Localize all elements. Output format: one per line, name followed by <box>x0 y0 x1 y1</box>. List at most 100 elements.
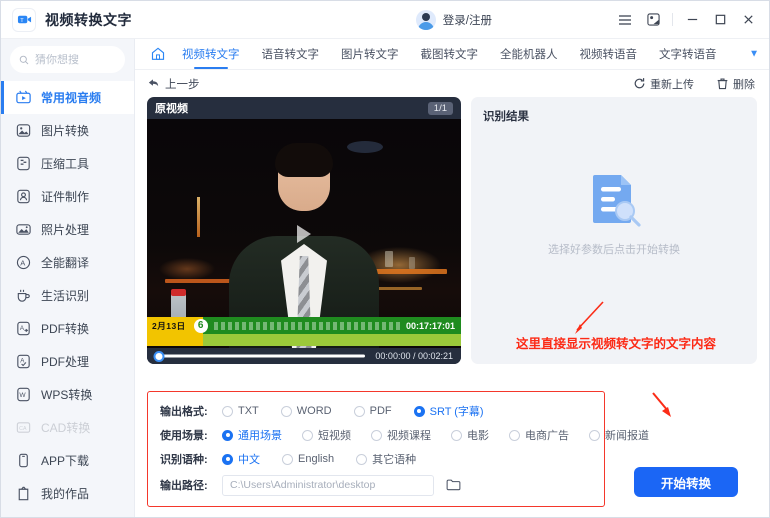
back-button[interactable]: 上一步 <box>147 76 200 92</box>
search-input[interactable] <box>35 53 116 66</box>
sidebar-item-label: CAD转换 <box>41 421 91 435</box>
sidebar-item-label: APP下载 <box>41 454 90 468</box>
sidebar-nav-list: 常用视音频 图片转换 压缩工具 证件制作 照片处理 A 全能翻译 生活识别 A … <box>1 81 134 517</box>
search-box[interactable] <box>10 46 125 73</box>
output-path-input[interactable] <box>222 474 434 496</box>
tab-screenshot-to-text[interactable]: 截图转文字 <box>410 39 490 70</box>
sidebar-item-tupianzhuanhuan[interactable]: 图片转换 <box>1 114 134 147</box>
page-badge: 1/1 <box>427 101 453 115</box>
scene-row: 使用场景: 通用场景 短视频 视频课程 电影 电商广告 新闻报道 <box>148 423 649 447</box>
scene-option-ecommerce[interactable]: 电商广告 <box>509 427 569 443</box>
tab-text-to-audio[interactable]: 文字转语音 <box>648 39 728 70</box>
sidebar-item-zhengjianzhizuo[interactable]: 证件制作 <box>1 180 134 213</box>
sidebar-item-label: 图片转换 <box>41 124 90 138</box>
option-label: English <box>298 453 335 465</box>
delete-label: 删除 <box>733 78 755 91</box>
red-arrow-icon-annotation <box>575 301 604 334</box>
action-column: 开始转换 <box>615 391 757 507</box>
pdf-convert-icon: A <box>17 321 30 336</box>
sidebar-item-label: 全能翻译 <box>41 256 90 270</box>
scene-option-general[interactable]: 通用场景 <box>222 427 282 443</box>
options-box: 输出格式: TXT WORD PDF SRT (字幕) 使用场景: 通用场景 短… <box>147 391 649 507</box>
start-convert-button[interactable]: 开始转换 <box>634 467 738 497</box>
radio-dot <box>302 429 313 441</box>
format-option-word[interactable]: WORD <box>280 405 332 417</box>
radio-dot <box>413 405 425 417</box>
back-label: 上一步 <box>165 78 200 91</box>
tab-audio-to-text[interactable]: 语音转文字 <box>251 39 331 70</box>
titlebar-divider <box>672 13 673 26</box>
tab-bar: 视频转文字 语音转文字 图片转文字 截图转文字 全能机器人 视频转语音 文字转语… <box>135 39 769 70</box>
close-icon[interactable] <box>735 7 761 33</box>
home-button[interactable] <box>145 46 171 62</box>
reupload-button[interactable]: 重新上传 <box>633 76 694 92</box>
sidebar-item-cadzhuanhuan[interactable]: CA CAD转换 <box>1 411 134 444</box>
sidebar-search-wrap <box>1 46 134 81</box>
browse-folder-button[interactable] <box>446 478 461 492</box>
chevron-down-icon[interactable]: ▼ <box>749 49 759 60</box>
scene-option-course[interactable]: 视频课程 <box>371 427 431 443</box>
option-label: 其它语种 <box>372 454 417 466</box>
language-option-english[interactable]: English <box>282 453 334 465</box>
format-label: 输出格式: <box>160 406 208 418</box>
scene-option-shortvideo[interactable]: 短视频 <box>302 427 351 443</box>
language-option-chinese[interactable]: 中文 <box>222 451 260 467</box>
photo-edit-icon <box>16 224 31 235</box>
sidebar-item-zhaopianchuli[interactable]: 照片处理 <box>1 213 134 246</box>
minimize-icon[interactable] <box>679 7 705 33</box>
svg-text:A: A <box>20 258 26 267</box>
result-empty-state: 选择好参数后点击开始转换 <box>471 169 757 257</box>
pdf-edit-icon: A <box>17 354 30 369</box>
video-icon <box>16 90 31 104</box>
result-annotation: 这里直接显示视频转文字的文字内容 <box>515 337 716 351</box>
compress-icon <box>17 156 30 171</box>
tab-video-to-audio[interactable]: 视频转语音 <box>569 39 649 70</box>
video-stage[interactable]: 2月13日 6 00:17:17:01 <box>147 119 461 348</box>
tab-robot[interactable]: 全能机器人 <box>489 39 569 70</box>
sidebar-item-quannengfanyi[interactable]: A 全能翻译 <box>1 246 134 279</box>
format-option-pdf[interactable]: PDF <box>353 405 392 417</box>
account-label: 登录/注册 <box>442 14 492 27</box>
tab-video-to-text[interactable]: 视频转文字 <box>171 39 251 70</box>
maximize-icon[interactable] <box>707 7 733 33</box>
svg-text:W: W <box>19 392 26 399</box>
option-label: SRT (字幕) <box>429 406 484 418</box>
sidebar-item-pdfchuli[interactable]: A PDF处理 <box>1 345 134 378</box>
news-date: 2月13日 <box>152 320 186 331</box>
content-area: 原视频 1/1 2月13日 6 00:17:17:01 00:00:00 / 0… <box>135 97 769 383</box>
anchor-hair <box>275 143 333 177</box>
delete-button[interactable]: 删除 <box>716 76 755 92</box>
sidebar-item-pdfzhuanhuan[interactable]: A PDF转换 <box>1 312 134 345</box>
tab-image-to-text[interactable]: 图片转文字 <box>330 39 410 70</box>
format-option-txt[interactable]: TXT <box>222 405 259 417</box>
radio-dot <box>589 429 600 441</box>
video-panel-title: 原视频 <box>155 103 188 115</box>
result-empty-text: 选择好参数后点击开始转换 <box>548 244 680 256</box>
account-button[interactable]: 登录/注册 <box>415 9 492 30</box>
radio-dot <box>509 429 520 441</box>
sidebar-item-wpszhuanhuan[interactable]: W WPS转换 <box>1 378 134 411</box>
option-label: PDF <box>369 405 392 417</box>
sub-toolbar: 上一步 重新上传 删除 <box>135 70 769 97</box>
sidebar-item-shenghuoshibie[interactable]: 生活识别 <box>1 279 134 312</box>
sidebar-item-yasuogongju[interactable]: 压缩工具 <box>1 147 134 180</box>
progress-handle[interactable] <box>153 350 165 362</box>
app-title: 视频转换文字 <box>45 11 132 28</box>
id-card-icon <box>17 189 30 204</box>
radio-dot <box>451 429 462 441</box>
progress-bar[interactable] <box>153 350 365 362</box>
format-option-srt[interactable]: SRT (字幕) <box>413 403 484 419</box>
radio-dot <box>353 405 365 417</box>
skin-theme-icon[interactable] <box>640 7 666 33</box>
option-label: 中文 <box>238 454 260 466</box>
sidebar-item-wodezuopin[interactable]: 我的作品 <box>1 477 134 510</box>
sidebar-item-appxiazai[interactable]: APP下载 <box>1 444 134 477</box>
language-option-other[interactable]: 其它语种 <box>356 451 416 467</box>
news-channel-logo: 6 <box>193 318 208 333</box>
hamburger-menu-icon[interactable] <box>612 7 638 33</box>
sidebar-item-label: PDF处理 <box>41 355 90 369</box>
sidebar-item-changyong[interactable]: 常用视音频 <box>1 81 134 114</box>
option-label: WORD <box>296 405 332 417</box>
play-triangle-icon[interactable] <box>297 224 311 243</box>
scene-option-movie[interactable]: 电影 <box>451 427 489 443</box>
